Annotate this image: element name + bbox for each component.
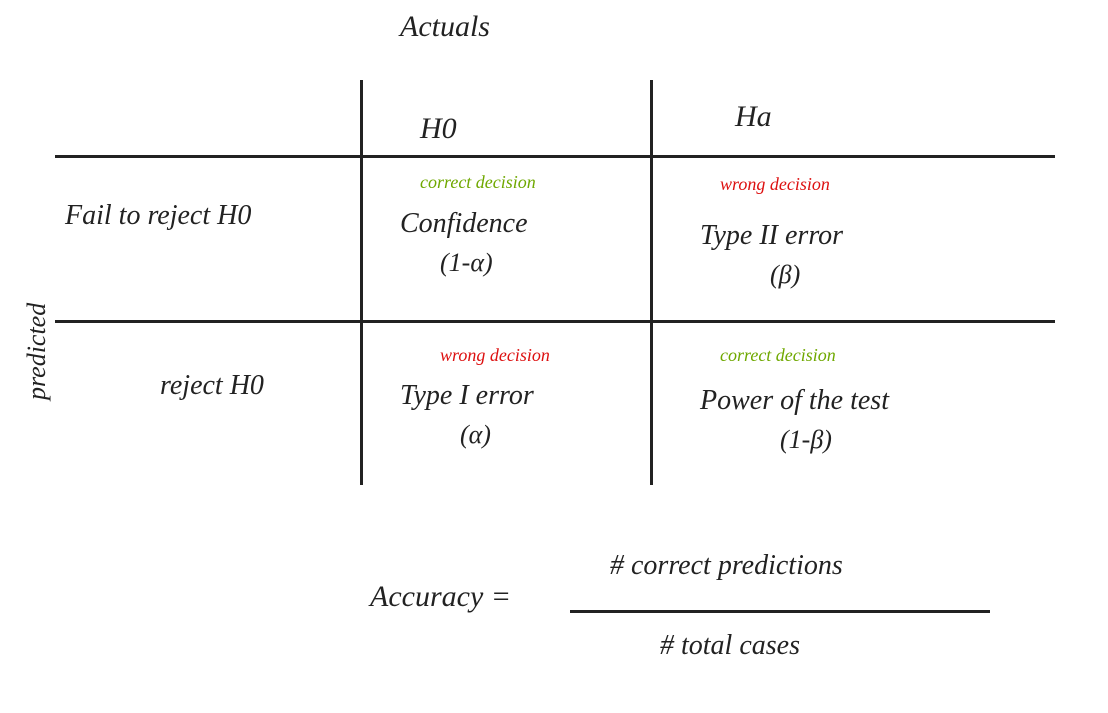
- cell-confidence-value: (1-α): [440, 248, 493, 278]
- column-header-h0: H0: [420, 112, 457, 146]
- note-wrong-tr: wrong decision: [720, 174, 830, 195]
- actuals-title: Actuals: [400, 10, 490, 44]
- cell-type1-title: Type I error: [400, 380, 534, 412]
- accuracy-label: Accuracy =: [370, 580, 511, 614]
- cell-confidence-title: Confidence: [400, 208, 528, 240]
- predicted-title: predicted: [22, 303, 52, 400]
- row-header-fail: Fail to reject H0: [65, 200, 251, 232]
- grid-line: [55, 155, 1055, 158]
- cell-type2-value: (β): [770, 260, 800, 290]
- column-header-ha: Ha: [735, 100, 772, 134]
- cell-type2-title: Type II error: [700, 220, 843, 252]
- cell-power-title: Power of the test: [700, 385, 889, 417]
- row-header-reject: reject H0: [160, 370, 264, 402]
- note-correct-tl: correct decision: [420, 172, 536, 193]
- accuracy-numerator: # correct predictions: [610, 550, 843, 582]
- fraction-line: [570, 610, 990, 613]
- grid-line: [360, 80, 363, 485]
- note-wrong-bl: wrong decision: [440, 345, 550, 366]
- cell-type1-value: (α): [460, 420, 491, 450]
- grid-line: [650, 80, 653, 485]
- note-correct-br: correct decision: [720, 345, 836, 366]
- cell-power-value: (1-β): [780, 425, 832, 455]
- grid-line: [55, 320, 1055, 323]
- accuracy-denominator: # total cases: [660, 630, 800, 662]
